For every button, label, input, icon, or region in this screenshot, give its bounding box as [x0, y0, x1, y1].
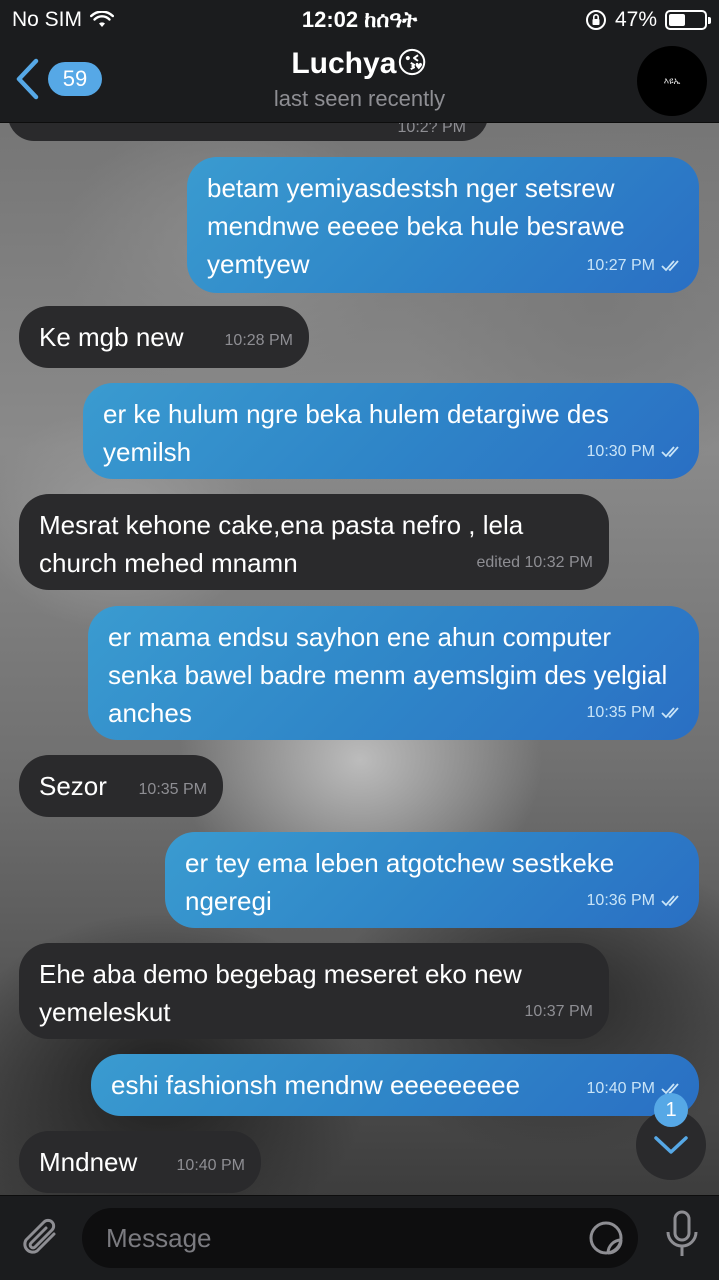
avatar-logo-text: እዩኤ — [663, 75, 681, 86]
message-time: 10:40 PM — [586, 1080, 655, 1097]
battery-percent: 47% — [614, 8, 657, 31]
status-bar: No SIM 12:02 ከሰዓት 47% — [0, 0, 719, 40]
incoming-message[interactable]: Mesrat kehone cake,ena pasta nefro , lel… — [19, 494, 609, 590]
outgoing-message[interactable]: er mama endsu sayhon ene ahun computer s… — [88, 606, 699, 740]
chevron-down-icon — [654, 1136, 688, 1154]
message-time: 10:2? PM — [397, 123, 466, 136]
message-time: 10:30 PM — [586, 443, 655, 460]
message-time: 10:35 PM — [586, 704, 655, 721]
voice-record-button[interactable] — [665, 1210, 699, 1265]
message-field[interactable] — [82, 1208, 638, 1268]
chat-title[interactable]: Luchya😘 — [0, 46, 719, 81]
message-text: Ehe aba demo begebag meseret eko new yem… — [39, 959, 530, 1027]
message-list[interactable]: 10:2? PM betam yemiyasdestsh nger setsre… — [0, 123, 719, 1195]
wifi-icon — [90, 11, 115, 27]
message-time: edited 10:32 PM — [476, 554, 593, 571]
avatar[interactable]: እዩኤ — [637, 46, 707, 116]
paperclip-icon — [23, 1218, 56, 1254]
outgoing-message[interactable]: eshi fashionsh mendnw eeeeeeeee 10:40 PM — [91, 1054, 699, 1116]
chat-header: 59 Luchya😘 last seen recently እዩኤ — [0, 40, 719, 123]
composer-bar — [0, 1195, 719, 1280]
message-time: 10:40 PM — [176, 1157, 245, 1174]
outgoing-message[interactable]: betam yemiyasdestsh nger setsrew mendnwe… — [187, 157, 699, 293]
message-input[interactable] — [106, 1220, 566, 1256]
message-time: 10:28 PM — [224, 332, 293, 349]
unread-messages-badge: 1 — [654, 1093, 688, 1127]
outgoing-message[interactable]: er ke hulum ngre beka hulem detargiwe de… — [83, 383, 699, 479]
orientation-lock-icon — [585, 10, 606, 30]
incoming-message[interactable]: Ke mgb new 10:28 PM — [19, 306, 309, 368]
carrier-label: No SIM — [12, 8, 83, 31]
message-time: 10:36 PM — [586, 892, 655, 909]
sticker-button[interactable] — [588, 1220, 624, 1261]
last-seen-status: last seen recently — [273, 86, 446, 111]
message-time: 10:37 PM — [524, 1003, 593, 1020]
partial-message-bubble: 10:2? PM — [8, 123, 488, 141]
incoming-message[interactable]: Sezor 10:35 PM — [19, 755, 223, 817]
battery-fill — [669, 14, 685, 26]
battery-icon — [665, 10, 711, 30]
double-check-icon — [661, 707, 679, 719]
double-check-icon — [661, 260, 679, 272]
double-check-icon — [661, 446, 679, 458]
attach-button[interactable] — [18, 1214, 64, 1267]
sticker-icon — [589, 1221, 623, 1255]
incoming-message[interactable]: Ehe aba demo begebag meseret eko new yem… — [19, 943, 609, 1039]
clock: 12:02 ከሰዓት — [301, 7, 418, 32]
microphone-icon — [666, 1210, 698, 1256]
outgoing-message[interactable]: er tey ema leben atgotchew sestkeke nger… — [165, 832, 699, 928]
incoming-message[interactable]: Mndnew 10:40 PM — [19, 1131, 261, 1193]
message-time: 10:35 PM — [138, 781, 207, 798]
message-time: 10:27 PM — [586, 257, 655, 274]
double-check-icon — [661, 895, 679, 907]
